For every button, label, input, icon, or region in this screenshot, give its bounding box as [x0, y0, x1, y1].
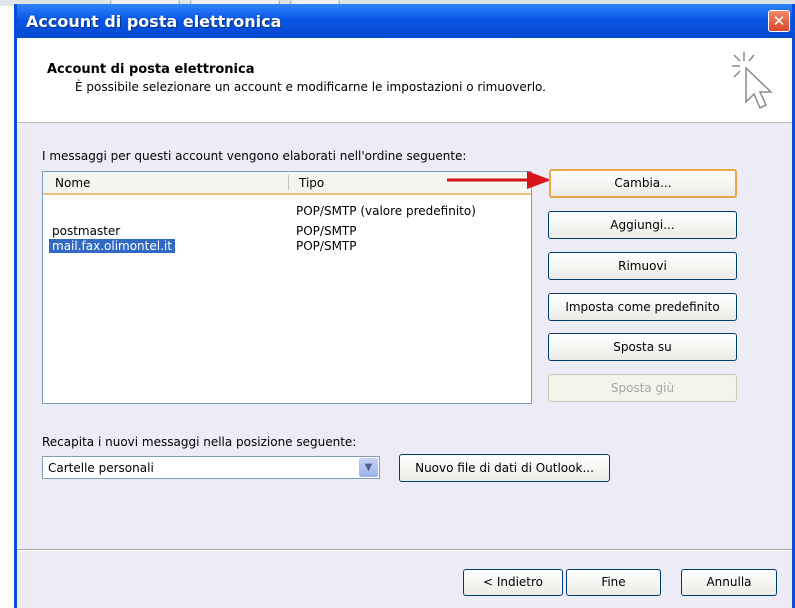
add-button[interactable]: Aggiungi... — [548, 211, 737, 239]
column-header-type[interactable]: Tipo — [299, 176, 324, 190]
account-type: POP/SMTP — [296, 239, 357, 253]
header-title: Account di posta elettronica — [47, 62, 255, 77]
account-name: postmaster — [52, 224, 121, 238]
close-button[interactable]: ✕ — [768, 10, 790, 32]
list-item-selected[interactable]: mail.fax.olimontel.it POP/SMTP — [43, 239, 531, 253]
list-item[interactable]: POP/SMTP (valore predefinito) — [43, 204, 531, 218]
account-dialog: Account di posta elettronica ✕ Account d… — [14, 4, 795, 608]
close-icon: ✕ — [772, 12, 786, 30]
change-button[interactable]: Cambia... — [549, 169, 737, 198]
move-down-button: Sposta giù — [548, 374, 737, 402]
set-default-button[interactable]: Imposta come predefinito — [548, 293, 737, 321]
header-hover-underline — [43, 193, 531, 195]
account-name: mail.fax.olimontel.it — [49, 239, 175, 253]
move-up-button[interactable]: Sposta su — [548, 333, 737, 361]
title-bar[interactable]: Account di posta elettronica ✕ — [17, 4, 792, 38]
delivery-location-value: Cartelle personali — [48, 461, 154, 475]
footer-divider — [17, 549, 792, 551]
accounts-list[interactable]: Nome Tipo POP/SMTP (valore predefinito) … — [42, 171, 532, 404]
chevron-down-icon[interactable]: ▼ — [359, 458, 378, 477]
cursor-sparkle-icon — [732, 52, 773, 110]
column-header-name[interactable]: Nome — [55, 176, 90, 190]
finish-button[interactable]: Fine — [566, 569, 661, 596]
remove-button[interactable]: Rimuovi — [548, 252, 737, 280]
delivery-caption: Recapita i nuovi messaggi nella posizion… — [42, 435, 357, 449]
accounts-caption: I messaggi per questi account vengono el… — [42, 149, 467, 163]
header-subtitle: È possibile selezionare un account e mod… — [75, 80, 546, 94]
list-item[interactable]: postmaster POP/SMTP — [43, 224, 531, 238]
delivery-location-select[interactable]: Cartelle personali ▼ — [42, 456, 380, 479]
cancel-button[interactable]: Annulla — [681, 569, 777, 596]
back-button[interactable]: < Indietro — [463, 569, 563, 596]
red-arrow-annotation — [447, 171, 551, 189]
dialog-header: Account di posta elettronica È possibile… — [17, 38, 792, 123]
new-data-file-button[interactable]: Nuovo file di dati di Outlook... — [399, 454, 610, 482]
window-title: Account di posta elettronica — [26, 12, 282, 31]
account-type: POP/SMTP (valore predefinito) — [296, 204, 476, 218]
account-type: POP/SMTP — [296, 224, 357, 238]
column-divider[interactable] — [288, 175, 289, 190]
